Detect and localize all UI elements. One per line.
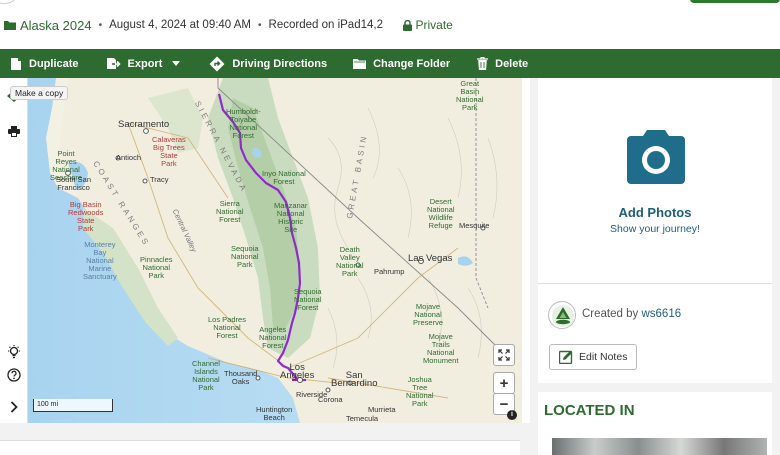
separator-dot: •	[98, 19, 103, 31]
duplicate-icon	[11, 57, 21, 70]
fullscreen-button[interactable]	[493, 344, 515, 366]
map-label: Desert National Wildlife Refuge	[427, 197, 455, 230]
map-label: Pinnacles National Park	[140, 255, 173, 280]
help-icon	[7, 368, 21, 382]
change-folder-label: Change Folder	[373, 57, 451, 70]
map-label: Huntington Beach	[256, 405, 293, 422]
map-label: Murrieta	[368, 405, 396, 414]
location-photo[interactable]	[552, 438, 767, 455]
trip-meta-row: Alaska 2024 • August 4, 2024 at 09:40 AM…	[4, 16, 453, 34]
recorded-device: Recorded on iPad14,2	[268, 19, 383, 31]
add-photos-card[interactable]: Add Photos Show your journey!	[538, 78, 772, 283]
trip-name[interactable]: Alaska 2024	[20, 18, 92, 33]
export-icon	[106, 58, 121, 69]
lightbulb-icon	[8, 345, 20, 359]
help-button[interactable]	[6, 367, 22, 383]
export-button[interactable]: Export	[106, 49, 181, 78]
avatar[interactable]	[548, 301, 576, 329]
privacy-status[interactable]: Private	[416, 18, 453, 32]
page-header: Alaska 2024 • August 4, 2024 at 09:40 AM…	[0, 0, 780, 48]
add-photos-label[interactable]: Add Photos	[538, 205, 772, 220]
map-label: Death Valley National Park	[336, 245, 364, 278]
chevron-down-icon	[172, 61, 181, 66]
map-label: Sequoia National Park	[231, 244, 259, 269]
action-toolbar: Duplicate Export Driving Directions Chan…	[0, 49, 780, 78]
map-label: Las Vegas	[408, 253, 453, 264]
camera-icon	[627, 130, 685, 184]
change-folder-button[interactable]: Change Folder	[353, 49, 450, 78]
map-label: Humboldt- Toiyabe National Forest	[226, 107, 261, 140]
map-label: Manzanar National Historic Site	[274, 201, 308, 234]
creator-card: Created by ws6616 Edit Notes	[538, 283, 772, 383]
delete-button[interactable]: Delete	[477, 49, 528, 78]
map-label: South San Francisco	[56, 175, 92, 192]
trip-date: August 4, 2024 at 09:40 AM	[109, 19, 252, 31]
driving-directions-button[interactable]: Driving Directions	[209, 49, 327, 78]
expand-panel-button[interactable]	[6, 399, 22, 415]
fullscreen-icon	[498, 349, 510, 361]
folder-icon	[353, 59, 367, 69]
show-journey-label: Show your journey!	[610, 223, 700, 235]
edit-icon	[559, 350, 573, 364]
map-label: Antioch	[116, 153, 142, 162]
map-label: Thousand Oaks	[224, 369, 258, 386]
print-button[interactable]	[6, 123, 22, 139]
map-label: Inyo National Forest	[262, 169, 306, 186]
user-badge-icon	[552, 305, 574, 327]
directions-icon	[209, 56, 225, 71]
map-label: Temecula	[346, 414, 379, 423]
printer-icon	[8, 125, 20, 137]
right-sidebar: Add Photos Show your journey! Created by…	[530, 78, 780, 455]
tooltip: Make a copy	[10, 86, 69, 100]
edit-notes-button[interactable]: Edit Notes	[549, 344, 637, 370]
map-label: Great Basin National Park	[456, 79, 484, 112]
map-label: Channel Islands National Park	[192, 359, 220, 392]
primary-action-stub[interactable]	[690, 0, 780, 3]
zoom-in-button[interactable]: +	[493, 372, 515, 394]
map-label: Mesquite	[459, 221, 490, 230]
map-label: Angeles National Forest	[259, 325, 287, 350]
created-by-label: Created by	[582, 308, 639, 320]
separator-dot: •	[258, 19, 262, 31]
info-icon[interactable]: i	[507, 410, 517, 420]
spacer: •	[390, 20, 394, 31]
lower-card	[0, 440, 520, 455]
map-label: Joshua Tree National Park	[406, 375, 434, 408]
route-map[interactable]: Sacramento Antioch Point Reyes National …	[28, 78, 522, 423]
located-in-card: LOCATED IN	[538, 392, 772, 455]
map-label: Riverside	[296, 390, 328, 399]
map-label: Monterey Bay National Marine Sanctuary	[83, 240, 117, 281]
map-label: Mojave Trails National Monument	[423, 332, 459, 365]
map-label: Big Basin Redwoods State Park	[68, 200, 104, 233]
folder-icon	[4, 21, 16, 30]
map-label: San Bernardino	[331, 370, 378, 389]
export-label: Export	[127, 57, 163, 70]
map-label: Tracy	[150, 175, 169, 184]
driving-directions-label: Driving Directions	[232, 57, 328, 70]
map-tool-rail	[0, 78, 28, 423]
lock-icon	[402, 19, 412, 31]
map-label: Sierra National Forest	[216, 199, 244, 224]
edit-notes-label: Edit Notes	[579, 351, 628, 363]
map-label: Sacramento	[118, 119, 170, 130]
avatar-stub	[0, 0, 16, 4]
map-label: Los Angeles	[280, 362, 315, 381]
map-label: Pahrump	[374, 267, 405, 276]
located-in-title: LOCATED IN	[544, 402, 635, 419]
map-scale-bar: 100 mi	[33, 399, 113, 412]
map-label: Los Padres National Forest	[208, 315, 246, 340]
map-label: Mojave National Preserve	[413, 302, 444, 327]
duplicate-button[interactable]: Duplicate	[10, 49, 79, 78]
trash-icon	[477, 57, 489, 70]
tips-button[interactable]	[6, 344, 22, 360]
chevron-right-icon	[10, 401, 18, 413]
map-label: Sequoia National Forest	[294, 287, 322, 312]
creator-username-link[interactable]: ws6616	[641, 308, 681, 320]
map-label: Calaveras Big Trees State Park	[152, 135, 186, 168]
created-by-text: Created by ws6616	[582, 308, 681, 320]
delete-label: Delete	[495, 57, 529, 70]
duplicate-label: Duplicate	[29, 57, 79, 70]
